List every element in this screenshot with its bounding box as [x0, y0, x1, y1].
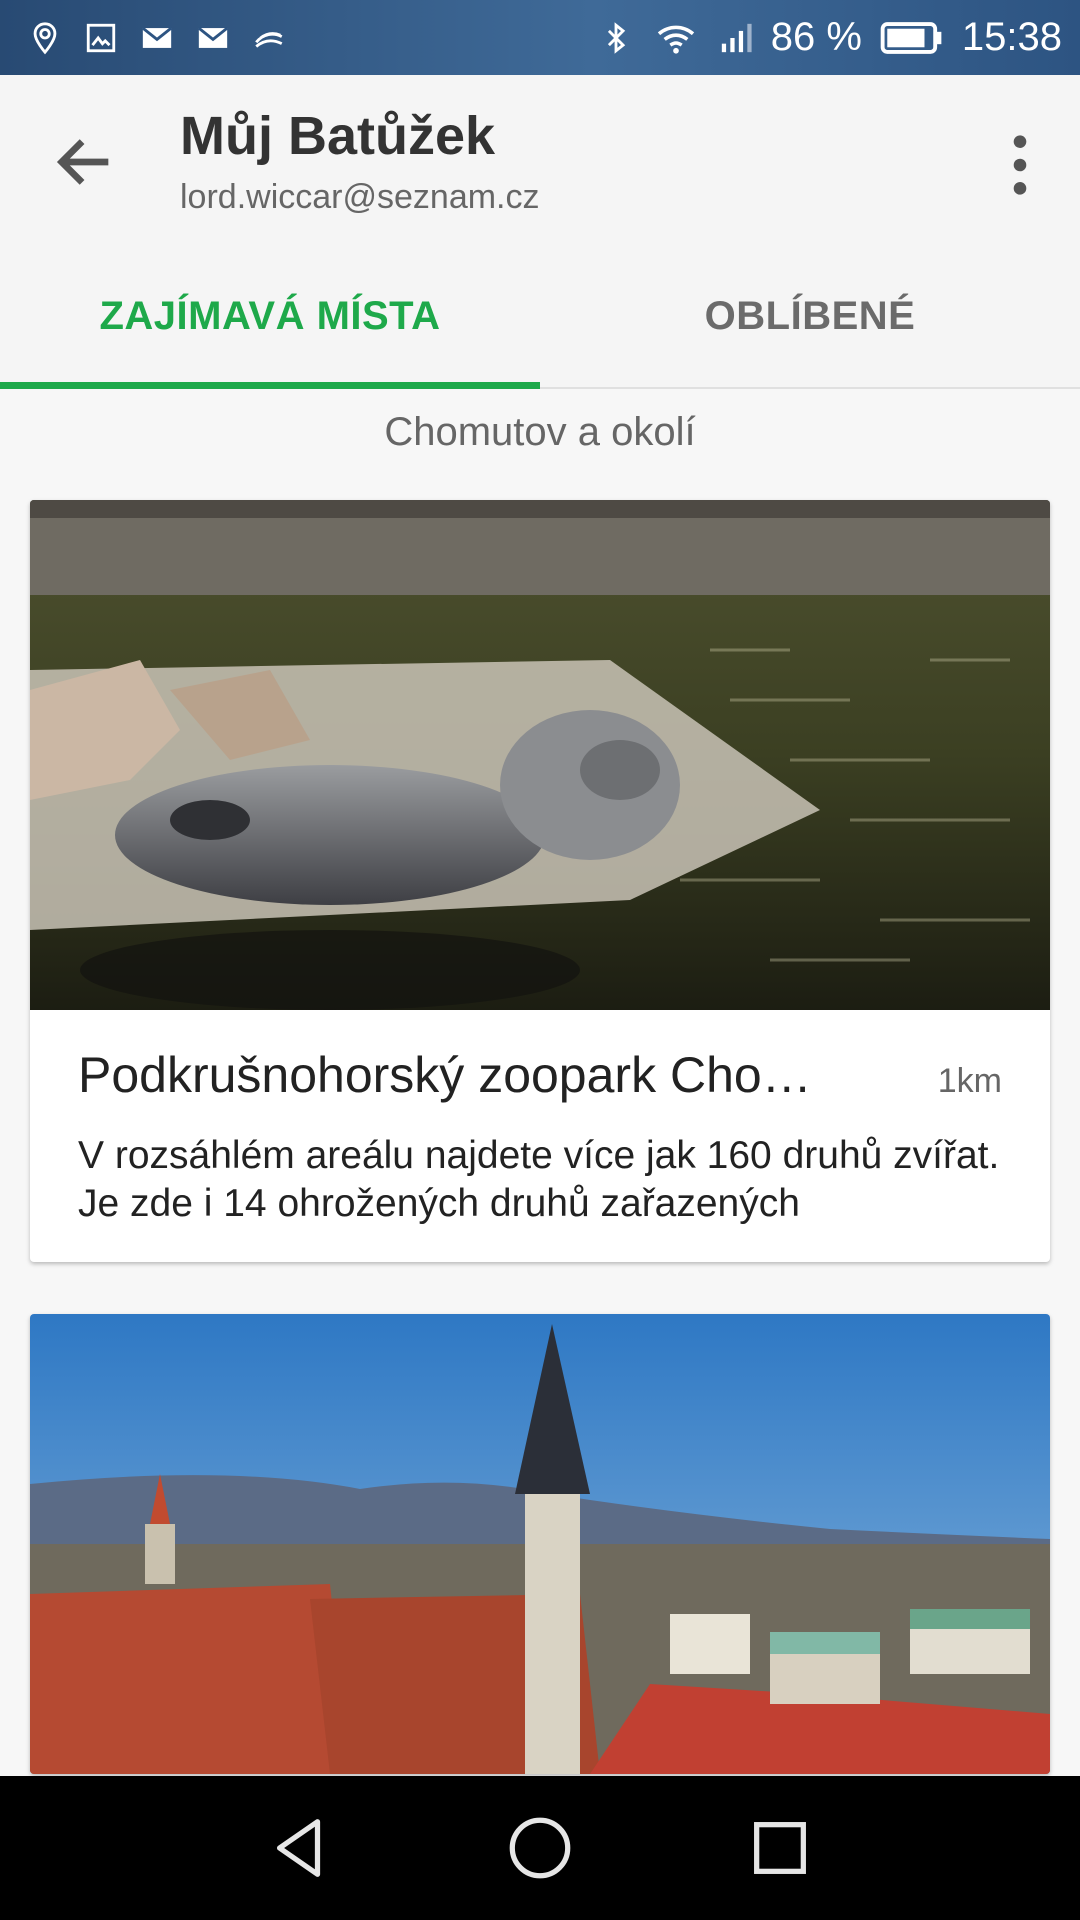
nav-recents-button[interactable]: [745, 1813, 815, 1883]
back-button[interactable]: [50, 127, 120, 197]
tab-bar: ZAJÍMAVÁ MÍSTA OBLÍBENÉ: [0, 245, 1080, 389]
battery-icon: [880, 21, 944, 55]
notification-icons: [28, 21, 286, 55]
place-description: V rozsáhlém areálu najdete více jak 160 …: [78, 1134, 1000, 1225]
arrow-back-icon: [56, 139, 109, 185]
nav-back-button[interactable]: [265, 1813, 335, 1883]
place-distance: 1km: [937, 1062, 1002, 1100]
page-title: Můj Batůžek: [180, 106, 496, 166]
tab-favorites[interactable]: OBLÍBENÉ: [540, 245, 1080, 387]
square-recents-icon: [754, 1822, 806, 1874]
battery-percent: 86 %: [770, 15, 862, 59]
swiftkey-icon: [252, 21, 286, 55]
clock: 15:38: [961, 15, 1062, 59]
gmail-icon: [140, 21, 174, 55]
nav-home-button[interactable]: [505, 1813, 575, 1883]
signal-icon: [719, 21, 753, 55]
more-vert-icon: [1013, 135, 1027, 195]
overflow-menu-button[interactable]: [1000, 130, 1040, 200]
tab-interesting-places[interactable]: ZAJÍMAVÁ MÍSTA: [0, 245, 540, 389]
place-image-town: [30, 1314, 1050, 1774]
account-email: lord.wiccar@seznam.cz: [180, 178, 540, 216]
image-icon: [84, 21, 118, 55]
place-card[interactable]: [30, 1314, 1050, 1774]
app-bar: Můj Batůžek lord.wiccar@seznam.cz: [0, 75, 1080, 245]
location-icon: [28, 21, 62, 55]
circle-home-icon: [509, 1817, 571, 1879]
wifi-icon: [651, 21, 701, 55]
place-image-seal: [30, 500, 1050, 1010]
place-title: Podkrušnohorský zoopark Cho…: [78, 1047, 812, 1103]
place-card[interactable]: Podkrušnohorský zoopark Cho… 1km V rozsá…: [30, 500, 1050, 1262]
triangle-back-icon: [276, 1819, 321, 1877]
system-nav-bar: [0, 1776, 1080, 1920]
status-bar: 86 % 15:38: [0, 0, 1080, 75]
bluetooth-icon: [599, 21, 633, 55]
gmail-icon: [196, 21, 230, 55]
section-title: Chomutov a okolí: [384, 410, 696, 454]
